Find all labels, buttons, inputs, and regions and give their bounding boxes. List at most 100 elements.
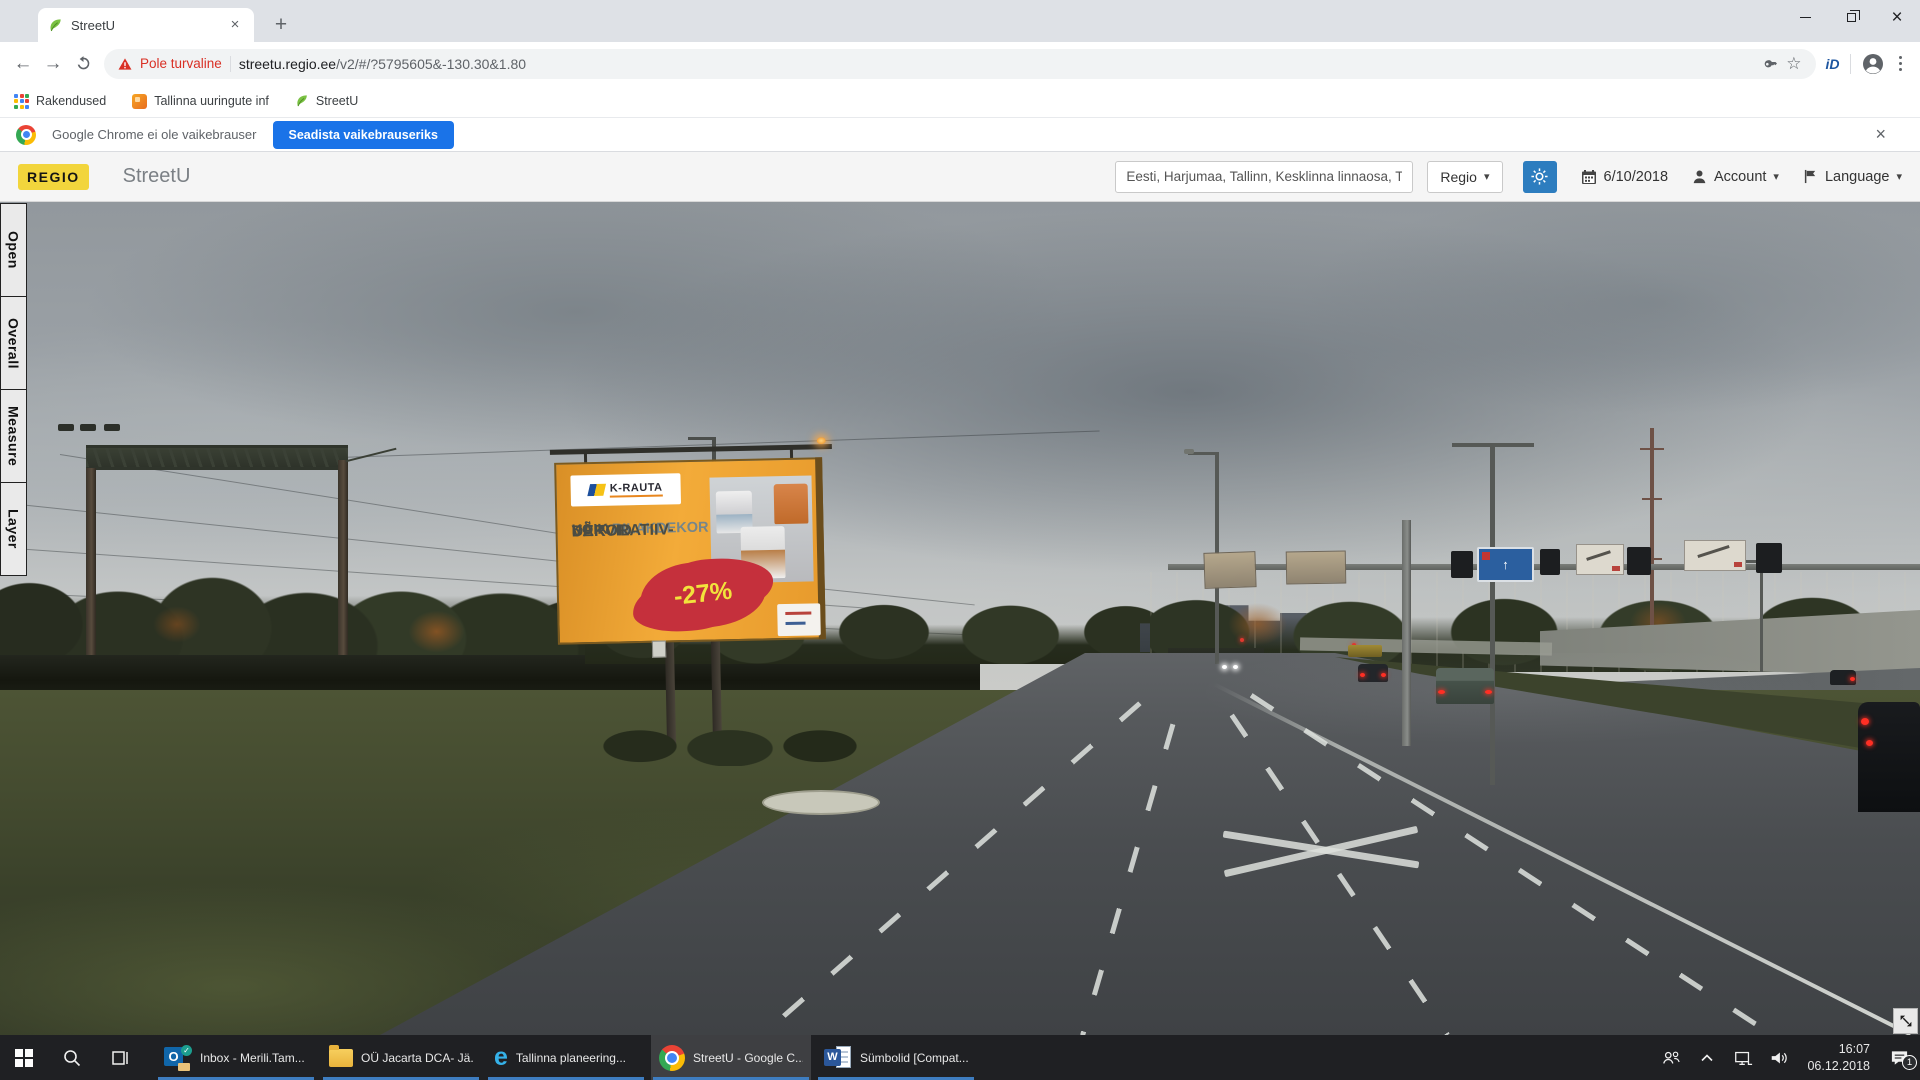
folder-icon (329, 1049, 353, 1067)
white-direction-sign (1684, 540, 1746, 571)
browser-tab[interactable]: StreetU × (38, 8, 254, 42)
security-warning-label[interactable]: Pole turvaline (140, 56, 222, 71)
lane-signal-box (1451, 551, 1473, 578)
reload-icon (75, 55, 92, 72)
chrome-logo-icon (16, 125, 36, 145)
bookmark-tallinna-uuringud[interactable]: Tallinna uuringute inf (132, 94, 269, 109)
bookmark-streetu[interactable]: StreetU (295, 94, 358, 108)
action-center-button[interactable]: 1 (1886, 1049, 1912, 1067)
taskbar-app-internet-explorer[interactable]: e Tallinna planeering... (486, 1035, 646, 1080)
clock-date: 06.12.2018 (1807, 1058, 1870, 1075)
sidebar-tab-overall[interactable]: Overall (0, 296, 27, 390)
header-controls: Regio ▾ 6/10/2018 Account ▾ Language ▾ (1115, 161, 1902, 193)
taskbar-clock[interactable]: 16:07 06.12.2018 (1807, 1041, 1870, 1075)
forward-button[interactable]: → (38, 49, 68, 79)
security-warning-icon[interactable] (118, 57, 132, 71)
brightness-button[interactable] (1523, 161, 1557, 193)
white-direction-sign (1576, 544, 1624, 575)
omnibox-divider (230, 56, 231, 72)
task-view-button[interactable] (96, 1035, 144, 1080)
sign-back (1286, 550, 1347, 584)
language-dropdown[interactable]: Language ▾ (1803, 169, 1902, 185)
windows-logo-icon (15, 1049, 33, 1067)
reload-button[interactable] (68, 49, 98, 79)
lane-signal-box (1756, 543, 1782, 573)
volume-icon[interactable] (1767, 1049, 1791, 1067)
bookmark-apps[interactable]: Rakendused (14, 94, 106, 109)
provider-dropdown[interactable]: Regio ▾ (1427, 161, 1502, 193)
chevron-down-icon: ▾ (1773, 170, 1779, 183)
word-icon: W (824, 1045, 852, 1071)
account-label: Account (1714, 169, 1766, 185)
sign-arrow: ↑ (1502, 557, 1509, 572)
browser-menu-icon[interactable] (1889, 50, 1913, 78)
street-view-viewport: ↑ K-RAUTA (0, 202, 1920, 1035)
user-icon (1692, 169, 1707, 184)
catenary-lamp (58, 424, 74, 431)
restore-icon (1847, 13, 1856, 22)
minimize-button[interactable] (1782, 0, 1828, 34)
app-title: StreetU (123, 165, 191, 188)
sidebar-tab-measure[interactable]: Measure (0, 389, 27, 483)
fullscreen-resize-icon (1897, 1012, 1915, 1030)
account-dropdown[interactable]: Account ▾ (1692, 169, 1779, 185)
billboard-brand-name: K-RAUTA (610, 481, 663, 497)
taskbar-app-folder[interactable]: OÜ Jacarta DCA- Jä... (321, 1035, 481, 1080)
bookmarks-bar: Rakendused Tallinna uuringute inf Street… (0, 85, 1920, 118)
restore-button[interactable] (1828, 0, 1874, 34)
blue-direction-sign: ↑ (1477, 547, 1534, 582)
id-card-extension-icon[interactable]: iD (1822, 54, 1844, 74)
new-tab-button[interactable]: + (266, 10, 296, 40)
url-text[interactable]: streetu.regio.ee/v2/#/?5795605&-130.30&1… (239, 56, 526, 72)
toolbar-divider (1850, 54, 1851, 74)
default-browser-notification: Google Chrome ei ole vaikebrauser Seadis… (0, 118, 1920, 152)
app-header: REGIO StreetU Regio ▾ 6/10/2018 Account … (0, 152, 1920, 202)
billboard: K-RAUTA KÕIK RILAKDEKOR DEKORATIIV- VÄRV… (554, 457, 826, 645)
leaf-favicon-icon (295, 94, 309, 108)
chevron-up-icon[interactable] (1695, 1053, 1719, 1063)
sign-back (1203, 551, 1256, 589)
set-default-browser-button[interactable]: Seadista vaikebrauseriks (273, 121, 454, 149)
sidebar-tab-layer[interactable]: Layer (0, 482, 27, 576)
clock-time: 16:07 (1807, 1041, 1870, 1058)
profile-avatar-icon[interactable] (1857, 52, 1889, 76)
sidebar-tab-open[interactable]: Open (0, 203, 27, 297)
fullscreen-button[interactable] (1893, 1008, 1918, 1034)
orange-site-favicon (132, 94, 147, 109)
billboard-brand-logo: K-RAUTA (570, 473, 680, 506)
taskbar-search-button[interactable] (48, 1035, 96, 1080)
regio-logo[interactable]: REGIO (18, 164, 89, 190)
back-button[interactable]: ← (8, 49, 38, 79)
catenary-lamp (104, 424, 120, 431)
notification-close-icon[interactable]: × (1867, 122, 1894, 147)
chrome-icon (659, 1045, 685, 1071)
bookmark-star-icon[interactable]: ☆ (1786, 54, 1801, 74)
taskbar-app-chrome[interactable]: StreetU - Google C... (651, 1035, 811, 1080)
tool-sidebar: Open Overall Measure Layer (0, 204, 27, 576)
bookmark-label: Rakendused (36, 94, 106, 108)
people-icon[interactable] (1659, 1049, 1683, 1067)
close-button[interactable]: × (1874, 0, 1920, 34)
lane-signal-box (1540, 549, 1560, 575)
billboard-discount: -27% (672, 577, 733, 612)
omnibox[interactable]: Pole turvaline streetu.regio.ee/v2/#/?57… (104, 49, 1816, 79)
tab-title: StreetU (71, 18, 218, 33)
railway-catenary-truss (86, 445, 348, 470)
taskbar-app-outlook[interactable]: O ✓ Inbox - Merili.Tam... (156, 1035, 316, 1080)
taskbar-app-word[interactable]: W Sümbolid [Compat... (816, 1035, 976, 1080)
sign-gantry-pole (1402, 520, 1411, 746)
url-host: streetu.regio.ee (239, 56, 336, 72)
street-lamp-pole (1760, 560, 1763, 672)
navigation-target-ellipse[interactable] (762, 790, 880, 815)
chevron-down-icon: ▾ (1896, 170, 1902, 183)
street-lamp-arm (1452, 443, 1534, 447)
tab-close-icon[interactable]: × (226, 16, 244, 34)
date-picker[interactable]: 6/10/2018 (1581, 169, 1669, 185)
start-button[interactable] (0, 1035, 48, 1080)
sun-icon (1530, 167, 1549, 186)
windows-taskbar: O ✓ Inbox - Merili.Tam... OÜ Jacarta DCA… (0, 1035, 1920, 1080)
location-search-input[interactable] (1115, 161, 1413, 193)
password-key-icon[interactable] (1762, 56, 1778, 72)
network-icon[interactable] (1731, 1049, 1755, 1067)
browser-titlebar: StreetU × + × (0, 0, 1920, 42)
